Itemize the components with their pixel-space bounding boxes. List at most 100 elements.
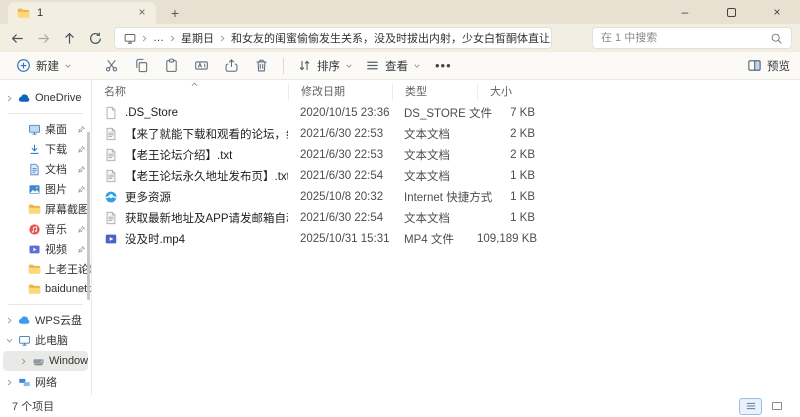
refresh-button[interactable]	[82, 26, 108, 50]
sidebar-item-windows-ssd[interactable]: Windows-SSD	[3, 351, 88, 371]
preview-toggle[interactable]: 预览	[747, 58, 790, 74]
videos-icon	[28, 243, 41, 256]
folder-icon	[28, 203, 41, 216]
forward-icon	[36, 31, 51, 46]
file-row[interactable]: .DS_Store 2020/10/15 23:36 DS_STORE 文件 7…	[92, 102, 800, 123]
view-button[interactable]: 查看	[359, 54, 427, 78]
file-date: 2025/10/8 20:32	[300, 190, 384, 203]
pin-icon	[77, 265, 86, 274]
sidebar: OneDrive 桌面 下载 文档 图片 屏幕截图 音乐 视频 上老王论 bai…	[0, 80, 92, 395]
details-view-button[interactable]	[739, 397, 762, 415]
column-headers: 名称 修改日期 类型 大小	[92, 82, 800, 102]
file-name: 更多资源	[125, 191, 171, 204]
forward-button[interactable]	[30, 26, 56, 50]
column-header-name[interactable]: 名称	[92, 84, 288, 100]
file-row[interactable]: 【老王论坛永久地址发布页】.txt 2021/6/30 22:54 文本文档 1…	[92, 165, 800, 186]
column-header-date[interactable]: 修改日期	[288, 84, 392, 100]
sidebar-item-label: 网络	[35, 377, 57, 389]
file-size: 1 KB	[510, 190, 535, 203]
file-name: 【老王论坛介绍】.txt	[125, 149, 233, 162]
explorer-tab[interactable]: 1 ×	[8, 2, 156, 24]
file-size: 2 KB	[510, 127, 535, 140]
search-icon	[770, 32, 783, 45]
file-date: 2021/6/30 22:53	[300, 127, 384, 140]
breadcrumb[interactable]: … 星期日 和女友的闺蜜偷偷发生关系，没及时拔出内射，少女白皙酮体直让人流口水 …	[114, 27, 552, 49]
sidebar-item-pictures[interactable]: 图片	[0, 179, 91, 199]
new-button[interactable]: 新建	[10, 54, 78, 78]
column-header-type[interactable]: 类型	[392, 84, 477, 100]
search-input[interactable]	[601, 32, 770, 44]
sidebar-item-videos[interactable]: 视频	[0, 239, 91, 259]
copy-button[interactable]	[126, 54, 156, 78]
sidebar-item-documents[interactable]: 文档	[0, 159, 91, 179]
breadcrumb-ellipsis[interactable]: …	[150, 32, 167, 44]
paste-button[interactable]	[156, 54, 186, 78]
rename-button[interactable]	[186, 54, 216, 78]
file-name: 获取最新地址及APP请发邮箱自动获取.txt	[125, 212, 288, 225]
sidebar-item-screenshots[interactable]: 屏幕截图	[0, 199, 91, 219]
share-icon	[224, 58, 239, 73]
file-row[interactable]: 【来了就能下载和观看的论坛，纯免费！】.txt 2021/6/30 22:53 …	[92, 123, 800, 144]
sort-label: 排序	[317, 60, 340, 73]
breadcrumb-segment[interactable]: 和女友的闺蜜偷偷发生关系，没及时拔出内射，少女白皙酮体直让人流口水	[228, 30, 551, 46]
folder-icon	[17, 7, 30, 20]
file-name: 没及时.mp4	[125, 233, 186, 246]
file-row[interactable]: 没及时.mp4 2025/10/31 15:31 MP4 文件 109,189 …	[92, 228, 800, 249]
file-date: 2025/10/31 15:31	[300, 232, 390, 245]
file-row[interactable]: 更多资源 2025/10/8 20:32 Internet 快捷方式 1 KB	[92, 186, 800, 207]
sidebar-item-desktop[interactable]: 桌面	[0, 119, 91, 139]
back-button[interactable]	[4, 26, 30, 50]
file-type: 文本文档	[404, 212, 450, 225]
this-pc-icon	[18, 334, 31, 347]
view-label: 查看	[385, 60, 408, 73]
sidebar-item-laowang-folder[interactable]: 上老王论坛当	[0, 259, 91, 279]
minimize-button[interactable]: –	[662, 0, 708, 24]
chevron-right-icon	[140, 34, 149, 43]
sidebar-item-label: 文档	[45, 164, 67, 176]
new-tab-button[interactable]: +	[164, 4, 186, 24]
close-button[interactable]: ×	[754, 0, 800, 24]
file-type: DS_STORE 文件	[404, 107, 492, 120]
sidebar-divider	[8, 304, 83, 305]
back-icon	[10, 31, 25, 46]
tab-close-button[interactable]: ×	[134, 5, 150, 21]
file-type: MP4 文件	[404, 233, 454, 246]
sidebar-item-this-pc[interactable]: 此电脑	[0, 330, 91, 350]
file-date: 2020/10/15 23:36	[300, 106, 390, 119]
up-button[interactable]	[56, 26, 82, 50]
maximize-button[interactable]	[708, 0, 754, 24]
sidebar-item-baidunetdisk[interactable]: baidunetdisk	[0, 279, 91, 299]
delete-button[interactable]	[246, 54, 276, 78]
chevron-down-icon	[345, 62, 353, 70]
more-options-button[interactable]: •••	[427, 58, 460, 73]
sidebar-item-label: 图片	[45, 184, 67, 196]
text-file-icon	[104, 169, 118, 183]
main-area: OneDrive 桌面 下载 文档 图片 屏幕截图 音乐 视频 上老王论 bai…	[0, 80, 800, 395]
breadcrumb-segment[interactable]: 星期日	[178, 30, 217, 46]
sidebar-item-music[interactable]: 音乐	[0, 219, 91, 239]
chevron-right-icon	[5, 378, 14, 387]
file-row[interactable]: 获取最新地址及APP请发邮箱自动获取.txt 2021/6/30 22:54 文…	[92, 207, 800, 228]
desktop-icon	[28, 123, 41, 136]
sidebar-item-downloads[interactable]: 下载	[0, 139, 91, 159]
cut-button[interactable]	[96, 54, 126, 78]
share-button[interactable]	[216, 54, 246, 78]
thumbnail-view-button[interactable]	[765, 398, 788, 415]
sidebar-scrollbar[interactable]	[87, 132, 90, 300]
column-header-size[interactable]: 大小	[477, 84, 547, 100]
wps-cloud-icon	[18, 314, 31, 327]
sidebar-item-wps-cloud[interactable]: WPS云盘	[0, 310, 91, 330]
network-icon	[18, 376, 31, 389]
toolbar-divider	[283, 57, 284, 74]
sort-button[interactable]: 排序	[291, 54, 359, 78]
sort-icon	[297, 58, 312, 73]
text-file-icon	[104, 127, 118, 141]
file-row[interactable]: 【老王论坛介绍】.txt 2021/6/30 22:53 文本文档 2 KB	[92, 144, 800, 165]
sidebar-item-onedrive[interactable]: OneDrive	[0, 88, 91, 108]
pin-icon	[77, 285, 86, 294]
toolbar: 新建 排序 查看 ••• 预览	[0, 52, 800, 80]
file-explorer-window: 1 × + – × … 星期日 和女友的闺蜜偷偷发生关系，没及时拔出内射，少女白…	[0, 0, 800, 417]
internet-shortcut-icon	[104, 190, 118, 204]
sidebar-item-network[interactable]: 网络	[0, 372, 91, 392]
navigation-bar: … 星期日 和女友的闺蜜偷偷发生关系，没及时拔出内射，少女白皙酮体直让人流口水 …	[0, 24, 800, 52]
